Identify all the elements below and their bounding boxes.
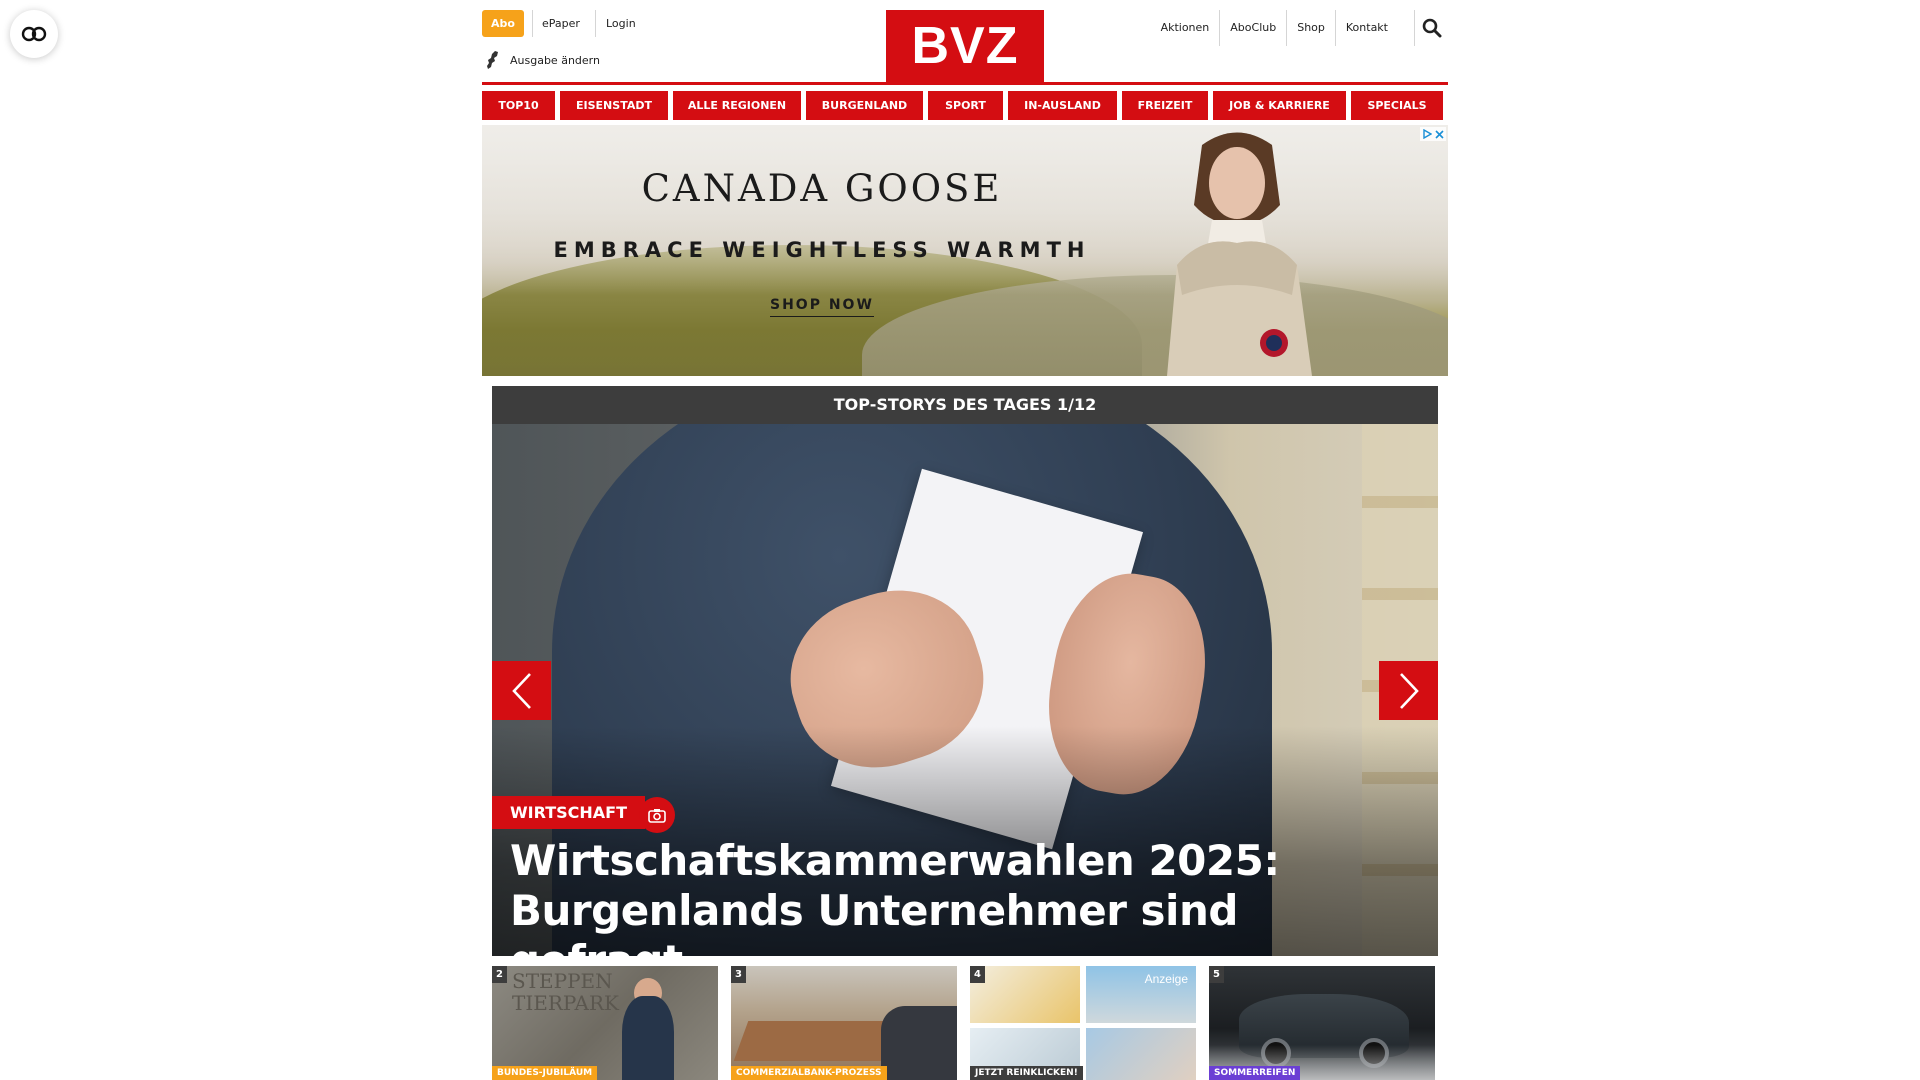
story-number: 3 bbox=[731, 966, 746, 983]
abo-button[interactable]: Abo bbox=[482, 10, 524, 37]
nav-item-alle-regionen[interactable]: ALLE REGIONEN bbox=[673, 91, 801, 120]
top-stories-carousel: TOP-STORYS DES TAGES 1/12 WIRTSCHAFT Wir… bbox=[492, 386, 1438, 956]
ad-banner[interactable]: CANADA GOOSE EMBRACE WEIGHTLESS WARMTH S… bbox=[482, 125, 1448, 376]
nav-item-freizeit[interactable]: FREIZEIT bbox=[1122, 91, 1208, 120]
thumbnail-sign: STEPPEN TIERPARK bbox=[512, 969, 619, 1015]
ad-model-image bbox=[1167, 132, 1312, 376]
divider bbox=[532, 10, 533, 37]
main-navigation: TOP10 EISENSTADT ALLE REGIONEN BURGENLAN… bbox=[482, 91, 1448, 120]
aboclub-link[interactable]: AboClub bbox=[1219, 10, 1286, 46]
story-tag: JETZT REINKLICKEN! bbox=[970, 1066, 1083, 1080]
story-tag: COMMERZIALBANK-PROZESS bbox=[731, 1066, 887, 1080]
nav-item-burgenland[interactable]: BURGENLAND bbox=[806, 91, 923, 120]
thumbnail-crowd bbox=[881, 1006, 957, 1080]
carousel-next-button[interactable] bbox=[1379, 661, 1438, 720]
story-number: 2 bbox=[492, 966, 507, 983]
nav-item-top10[interactable]: TOP10 bbox=[482, 91, 555, 120]
header-rule bbox=[482, 82, 1448, 85]
nav-item-job-karriere[interactable]: JOB & KARRIERE bbox=[1213, 91, 1346, 120]
nav-item-eisenstadt[interactable]: EISENSTADT bbox=[560, 91, 668, 120]
story-tag: BUNDES-JUBILÄUM bbox=[492, 1066, 598, 1080]
hero-headline[interactable]: Wirtschaftskammerwahlen 2025: Burgenland… bbox=[510, 836, 1420, 956]
ad-shop-now-link[interactable]: SHOP NOW bbox=[770, 297, 874, 317]
thumbnail-courtroom-desk bbox=[733, 1021, 899, 1061]
category-badge[interactable]: WIRTSCHAFT bbox=[492, 796, 645, 829]
story-number: 5 bbox=[1209, 966, 1224, 983]
gallery-badge bbox=[639, 797, 675, 833]
carousel-prev-button[interactable] bbox=[492, 661, 551, 720]
aktionen-link[interactable]: Aktionen bbox=[1151, 10, 1220, 46]
login-link[interactable]: Login bbox=[606, 10, 636, 37]
thumbnail-tile bbox=[970, 966, 1080, 1023]
burgenland-map-icon bbox=[487, 51, 498, 69]
story-thumbnail[interactable]: STEPPEN TIERPARK 2 BUNDES-JUBILÄUM bbox=[492, 966, 718, 1080]
story-tag: SOMMERREIFEN bbox=[1209, 1066, 1301, 1080]
nav-item-specials[interactable]: SPECIALS bbox=[1351, 91, 1443, 120]
search-button[interactable] bbox=[1414, 10, 1448, 46]
accessibility-button[interactable] bbox=[10, 10, 58, 58]
story-thumbnail[interactable]: 5 SOMMERREIFEN bbox=[1209, 966, 1435, 1080]
page-container: Abo ePaper Login Ausgabe ändern BVZ Akti… bbox=[482, 0, 1448, 1080]
ad-tagline: EMBRACE WEIGHTLESS WARMTH bbox=[553, 238, 1091, 262]
nav-item-in-ausland[interactable]: IN-AUSLAND bbox=[1008, 91, 1117, 120]
ad-label: Anzeige bbox=[1144, 972, 1188, 986]
chevron-right-icon bbox=[1399, 672, 1419, 709]
edition-switch[interactable]: Ausgabe ändern bbox=[486, 50, 600, 70]
bvz-logo[interactable]: BVZ bbox=[886, 10, 1044, 82]
divider bbox=[595, 10, 596, 37]
adchoices-badge[interactable] bbox=[1420, 127, 1446, 141]
story-thumbnail[interactable]: 3 COMMERZIALBANK-PROZESS bbox=[731, 966, 957, 1080]
edition-label: Ausgabe ändern bbox=[510, 53, 600, 67]
thumbnail-tile bbox=[1086, 1028, 1196, 1080]
camera-icon bbox=[648, 808, 666, 823]
epaper-link[interactable]: ePaper bbox=[542, 10, 580, 37]
adchoices-icon bbox=[1423, 129, 1432, 139]
shop-link[interactable]: Shop bbox=[1286, 10, 1335, 46]
chevron-left-icon bbox=[511, 672, 531, 709]
search-icon bbox=[1422, 18, 1441, 38]
nav-item-sport[interactable]: SPORT bbox=[928, 91, 1003, 120]
header-right-links: Aktionen AboClub Shop Kontakt bbox=[1151, 10, 1398, 46]
hero-story[interactable]: WIRTSCHAFT Wirtschaftskammerwahlen 2025:… bbox=[492, 424, 1438, 956]
story-thumbnail[interactable]: Anzeige 4 JETZT REINKLICKEN! bbox=[970, 966, 1196, 1080]
story-number: 4 bbox=[970, 966, 985, 983]
accessibility-icon bbox=[21, 26, 47, 42]
close-icon[interactable] bbox=[1435, 129, 1444, 139]
top-stories-title: TOP-STORYS DES TAGES 1/12 bbox=[492, 386, 1438, 424]
story-thumbnails: STEPPEN TIERPARK 2 BUNDES-JUBILÄUM 3 COM… bbox=[492, 966, 1438, 1080]
thumbnail-person bbox=[622, 996, 674, 1080]
kontakt-link[interactable]: Kontakt bbox=[1334, 10, 1398, 46]
ad-brand: CANADA GOOSE bbox=[641, 167, 1003, 210]
